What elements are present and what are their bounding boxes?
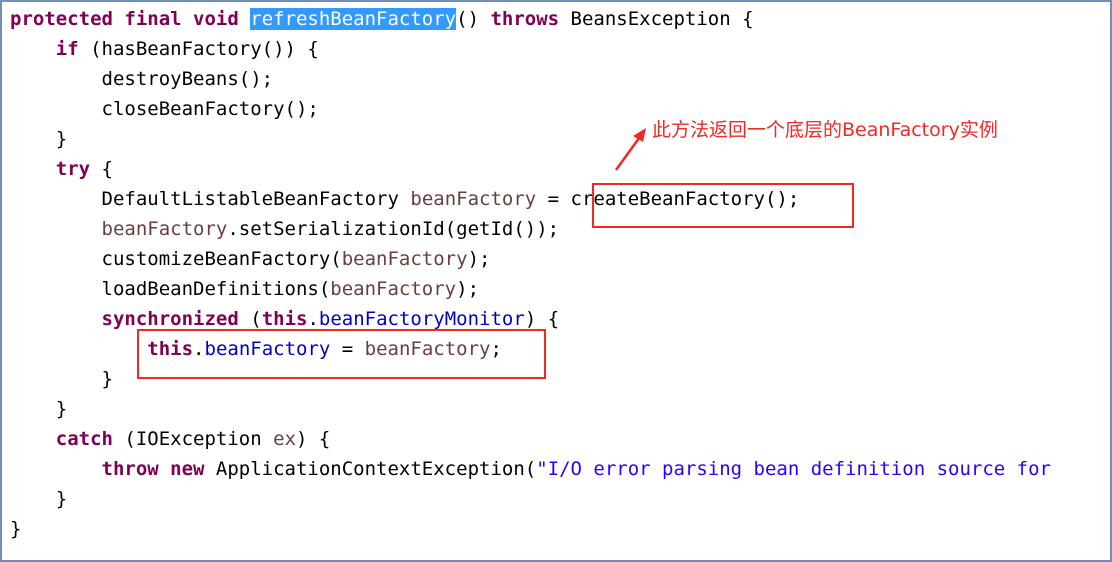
- code-line[interactable]: loadBeanDefinitions(beanFactory);: [10, 274, 1051, 304]
- code-token: beanFactory: [410, 188, 537, 210]
- code-token: destroyBeans();: [10, 68, 274, 90]
- code-line[interactable]: throw new ApplicationContextException("I…: [10, 454, 1051, 484]
- code-token: throw new: [101, 458, 205, 480]
- code-token: }: [10, 518, 22, 540]
- code-token: beanFactory: [330, 278, 457, 300]
- code-token: ) {: [296, 428, 331, 450]
- code-token: }: [10, 128, 68, 150]
- code-token: closeBeanFactory();: [10, 98, 319, 120]
- code-token: ApplicationContextException(: [204, 458, 537, 480]
- code-token: (IOException: [112, 428, 274, 450]
- code-token: BeansException {: [559, 8, 754, 30]
- code-token: loadBeanDefinitions(: [10, 278, 331, 300]
- code-token: if: [55, 38, 79, 60]
- code-token: "I/O error parsing bean definition sourc…: [536, 458, 1051, 480]
- code-editor[interactable]: protected final void refreshBeanFactory(…: [0, 0, 1112, 562]
- code-token: this: [261, 308, 308, 330]
- code-token: ex: [273, 428, 297, 450]
- code-token: .: [307, 308, 319, 330]
- code-line[interactable]: }: [10, 394, 1051, 424]
- code-token: throws: [490, 8, 560, 30]
- code-token: (hasBeanFactory()) {: [78, 38, 319, 60]
- code-token: }: [10, 398, 68, 420]
- code-line[interactable]: destroyBeans();: [10, 64, 1051, 94]
- code-token: beanFactory: [101, 218, 228, 240]
- highlight-box-bean-factory-assignment: [137, 329, 546, 379]
- highlight-box-create-bean-factory: [592, 183, 854, 228]
- code-token: beanFactory: [341, 248, 468, 270]
- code-token: synchronized: [101, 308, 239, 330]
- code-token: protected final void: [10, 8, 251, 30]
- code-token: }: [10, 488, 68, 510]
- code-token: );: [467, 248, 491, 270]
- code-line[interactable]: DefaultListableBeanFactory beanFactory =…: [10, 184, 1051, 214]
- code-line[interactable]: protected final void refreshBeanFactory(…: [10, 4, 1051, 34]
- code-line[interactable]: }: [10, 484, 1051, 514]
- code-line[interactable]: if (hasBeanFactory()) {: [10, 34, 1051, 64]
- code-token: .setSerializationId(getId());: [227, 218, 560, 240]
- code-line[interactable]: }: [10, 514, 1051, 544]
- code-token: DefaultListableBeanFactory: [10, 188, 411, 210]
- code-line[interactable]: catch (IOException ex) {: [10, 424, 1051, 454]
- code-text[interactable]: protected final void refreshBeanFactory(…: [10, 4, 1051, 544]
- code-token: refreshBeanFactory: [250, 8, 457, 30]
- code-token: {: [90, 158, 113, 180]
- code-token: (: [238, 308, 262, 330]
- code-line[interactable]: try {: [10, 154, 1051, 184]
- code-token: customizeBeanFactory(: [10, 248, 342, 270]
- code-token: try: [55, 158, 91, 180]
- code-token: beanFactoryMonitor: [318, 308, 525, 330]
- code-token: catch: [55, 428, 113, 450]
- code-token: );: [456, 278, 480, 300]
- annotation-note: 此方法返回一个底层的BeanFactory实例: [652, 119, 998, 141]
- code-token: (): [456, 8, 491, 30]
- code-line[interactable]: beanFactory.setSerializationId(getId());: [10, 214, 1051, 244]
- code-token: ) {: [524, 308, 560, 330]
- code-line[interactable]: customizeBeanFactory(beanFactory);: [10, 244, 1051, 274]
- code-token: }: [10, 368, 113, 390]
